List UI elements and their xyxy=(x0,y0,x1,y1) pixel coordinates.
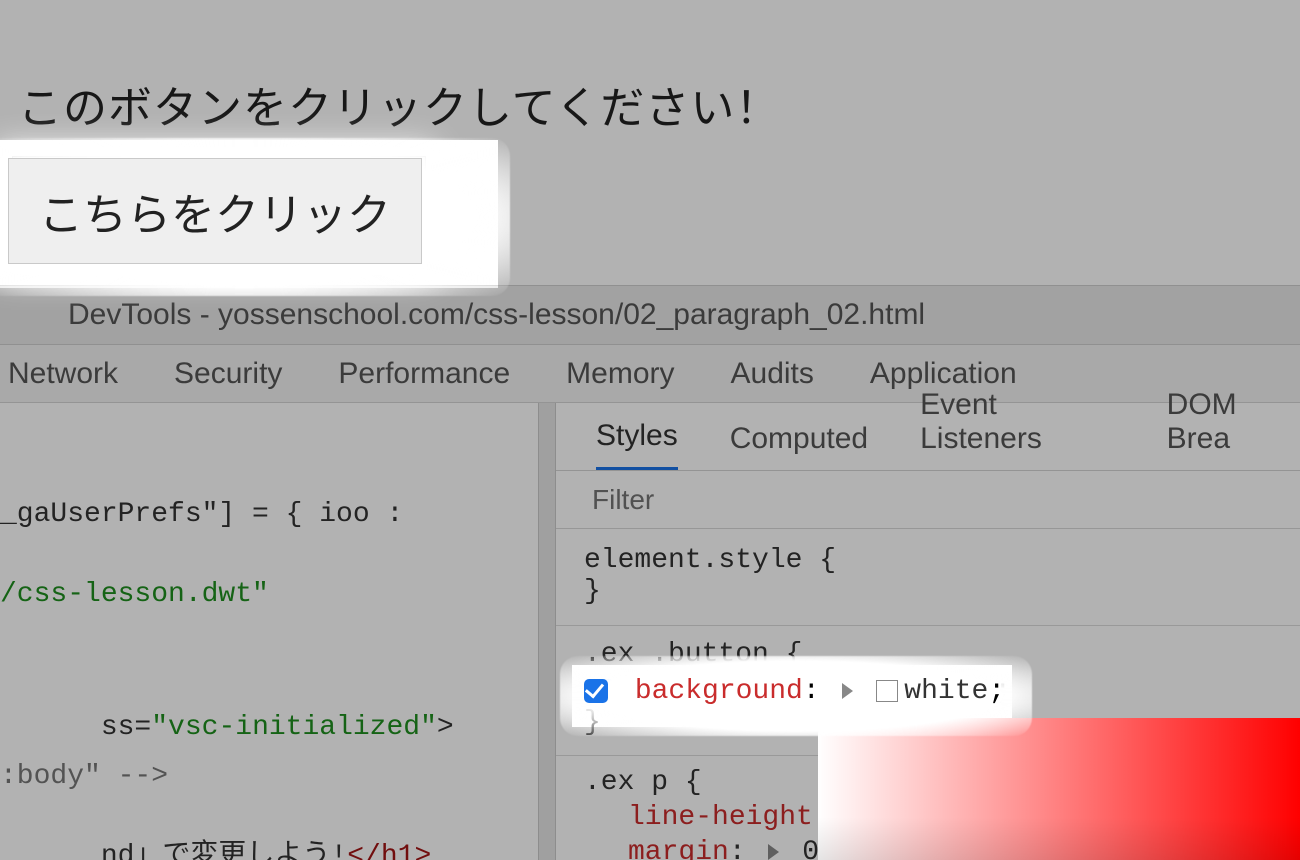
color-swatch[interactable] xyxy=(876,680,898,702)
highlighted-css-line[interactable]: background: white; xyxy=(584,676,1005,707)
color-picker[interactable] xyxy=(818,718,1300,860)
dim-overlay xyxy=(0,665,572,727)
property-enable-checkbox[interactable] xyxy=(584,679,608,703)
property-name[interactable]: background xyxy=(635,676,803,707)
dim-overlay xyxy=(0,288,1300,665)
dim-overlay xyxy=(498,140,1300,288)
popover-arrow-icon xyxy=(848,706,872,718)
click-here-button[interactable]: こちらをクリック xyxy=(8,158,422,264)
dim-overlay xyxy=(0,0,1300,140)
highlighted-button-layer: こちらをクリック xyxy=(8,158,422,264)
expand-shorthand-icon[interactable] xyxy=(842,683,853,699)
property-value[interactable]: white xyxy=(904,676,988,707)
viewport: このボタンをクリックしてください！ こちらをクリック DevTools - yo… xyxy=(0,0,1300,860)
dim-overlay xyxy=(0,727,818,860)
dim-overlay xyxy=(1012,665,1300,718)
color-field-black-gradient xyxy=(818,718,1300,860)
